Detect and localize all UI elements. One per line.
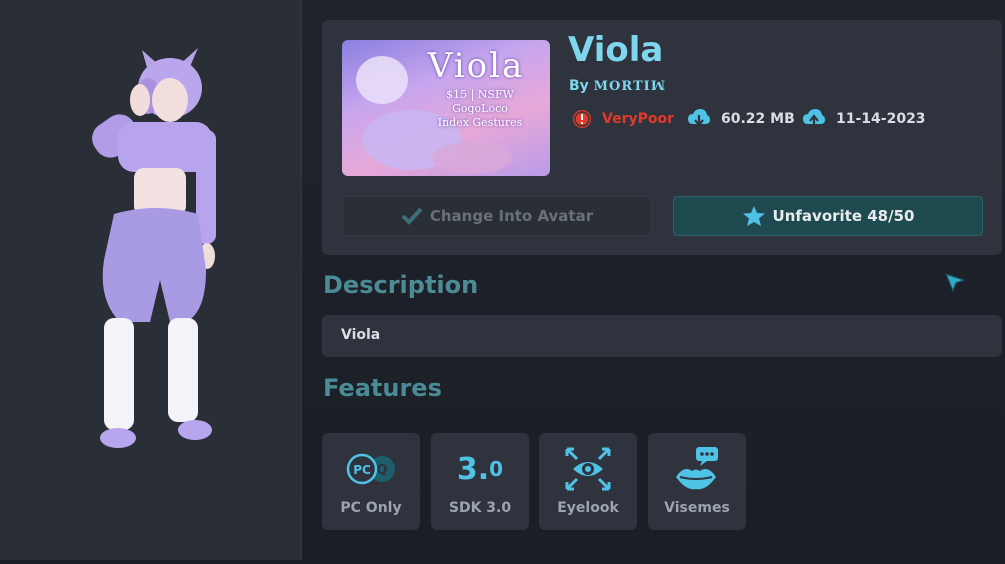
unfavorite-label: Unfavorite 48/50 <box>772 207 915 225</box>
description-box: Viola <box>322 315 1002 357</box>
checkmark-icon <box>401 207 423 225</box>
performance-rating: VeryPoor <box>572 108 674 130</box>
svg-text:Q: Q <box>376 463 387 478</box>
warning-icon <box>573 110 591 128</box>
description-text: Viola <box>341 327 381 343</box>
feature-pc-only[interactable]: Q PC PC Only <box>322 433 420 530</box>
author-prefix: By <box>569 78 589 94</box>
feature-eyelook[interactable]: Eyelook <box>539 433 637 530</box>
feature-label: Visemes <box>664 500 730 516</box>
unfavorite-button[interactable]: Unfavorite 48/50 <box>673 196 983 236</box>
file-size: 60.22 MB <box>687 108 795 130</box>
change-into-avatar-button[interactable]: Change Into Avatar <box>342 196 652 236</box>
mouse-cursor-icon <box>944 273 966 293</box>
avatar-thumbnail[interactable]: Viola $15 | NSFW GogoLoco Index Gestures <box>342 40 550 176</box>
cloud-download-icon <box>688 109 710 127</box>
upload-date: 11-14-2023 <box>802 108 926 130</box>
eye-icon <box>565 447 611 491</box>
performance-label: VeryPoor <box>602 111 674 127</box>
file-size-value: 60.22 MB <box>721 111 795 127</box>
upload-date-value: 11-14-2023 <box>836 111 926 127</box>
pc-quest-icon: Q PC <box>346 453 395 485</box>
avatar-title: Viola <box>568 30 664 70</box>
change-into-avatar-label: Change Into Avatar <box>429 207 594 225</box>
thumbnail-line-price: $15 | NSFW <box>446 88 514 101</box>
feature-label: PC Only <box>340 500 402 516</box>
feature-visemes[interactable]: Visemes <box>648 433 746 530</box>
svg-text:PC: PC <box>353 463 371 477</box>
lips-speech-icon <box>676 447 718 490</box>
avatar-model-preview <box>92 48 216 448</box>
description-heading: Description <box>323 271 479 299</box>
author-name[interactable]: MORTIꟽ <box>594 79 666 94</box>
cloud-upload-icon <box>803 109 825 128</box>
feature-label: Eyelook <box>557 500 619 516</box>
star-icon <box>742 206 765 226</box>
feature-sdk[interactable]: 3. 0 SDK 3.0 <box>431 433 529 530</box>
avatar-preview-panel[interactable] <box>0 0 302 560</box>
thumbnail-line-gestures: Index Gestures <box>437 116 523 129</box>
sdk-icon: 3. 0 <box>456 451 504 487</box>
author-line: By MORTIꟽ <box>569 78 666 94</box>
feature-label: SDK 3.0 <box>448 500 512 516</box>
thumbnail-line-gogoloco: GogoLoco <box>452 102 508 115</box>
thumbnail-title: Viola <box>427 46 525 86</box>
features-heading: Features <box>323 374 442 402</box>
